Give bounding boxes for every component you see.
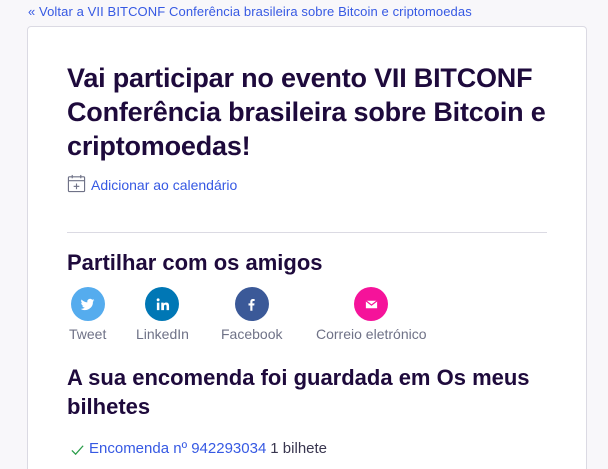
calendar-plus-icon	[67, 174, 86, 196]
order-number-link[interactable]: Encomenda nº 942293034	[89, 440, 266, 457]
order-summary: Encomenda nº 942293034 1 bilhete	[70, 436, 327, 461]
share-heading: Partilhar com os amigos	[67, 250, 323, 275]
order-saved-heading: A sua encomenda foi guardada em Os meus …	[67, 365, 530, 419]
page-title: Vai participar no evento VII BITCONF Con…	[67, 63, 546, 161]
email-icon	[354, 287, 389, 321]
confirmation-card: Vai participar no evento VII BITCONF Con…	[27, 26, 587, 469]
share-tweet-button[interactable]: Tweet	[69, 287, 106, 342]
ticket-count: 1 bilhete	[270, 440, 328, 457]
add-to-calendar-link[interactable]: Adicionar ao calendário	[67, 174, 237, 196]
twitter-icon	[70, 287, 105, 321]
share-tweet-label: Tweet	[69, 326, 107, 342]
divider	[67, 232, 547, 233]
linkedin-icon	[145, 287, 180, 321]
share-email-label: Correio eletrónico	[316, 326, 427, 342]
share-linkedin-button[interactable]: LinkedIn	[136, 287, 189, 342]
share-email-button[interactable]: Correio eletrónico	[316, 287, 427, 342]
share-facebook-button[interactable]: Facebook	[221, 287, 282, 342]
facebook-icon	[234, 287, 269, 321]
add-to-calendar-label: Adicionar ao calendário	[91, 177, 238, 193]
share-facebook-label: Facebook	[221, 326, 283, 342]
share-linkedin-label: LinkedIn	[136, 326, 189, 342]
back-to-event-link[interactable]: « Voltar a VII BITCONF Conferência brasi…	[28, 4, 472, 19]
check-icon	[70, 436, 85, 461]
